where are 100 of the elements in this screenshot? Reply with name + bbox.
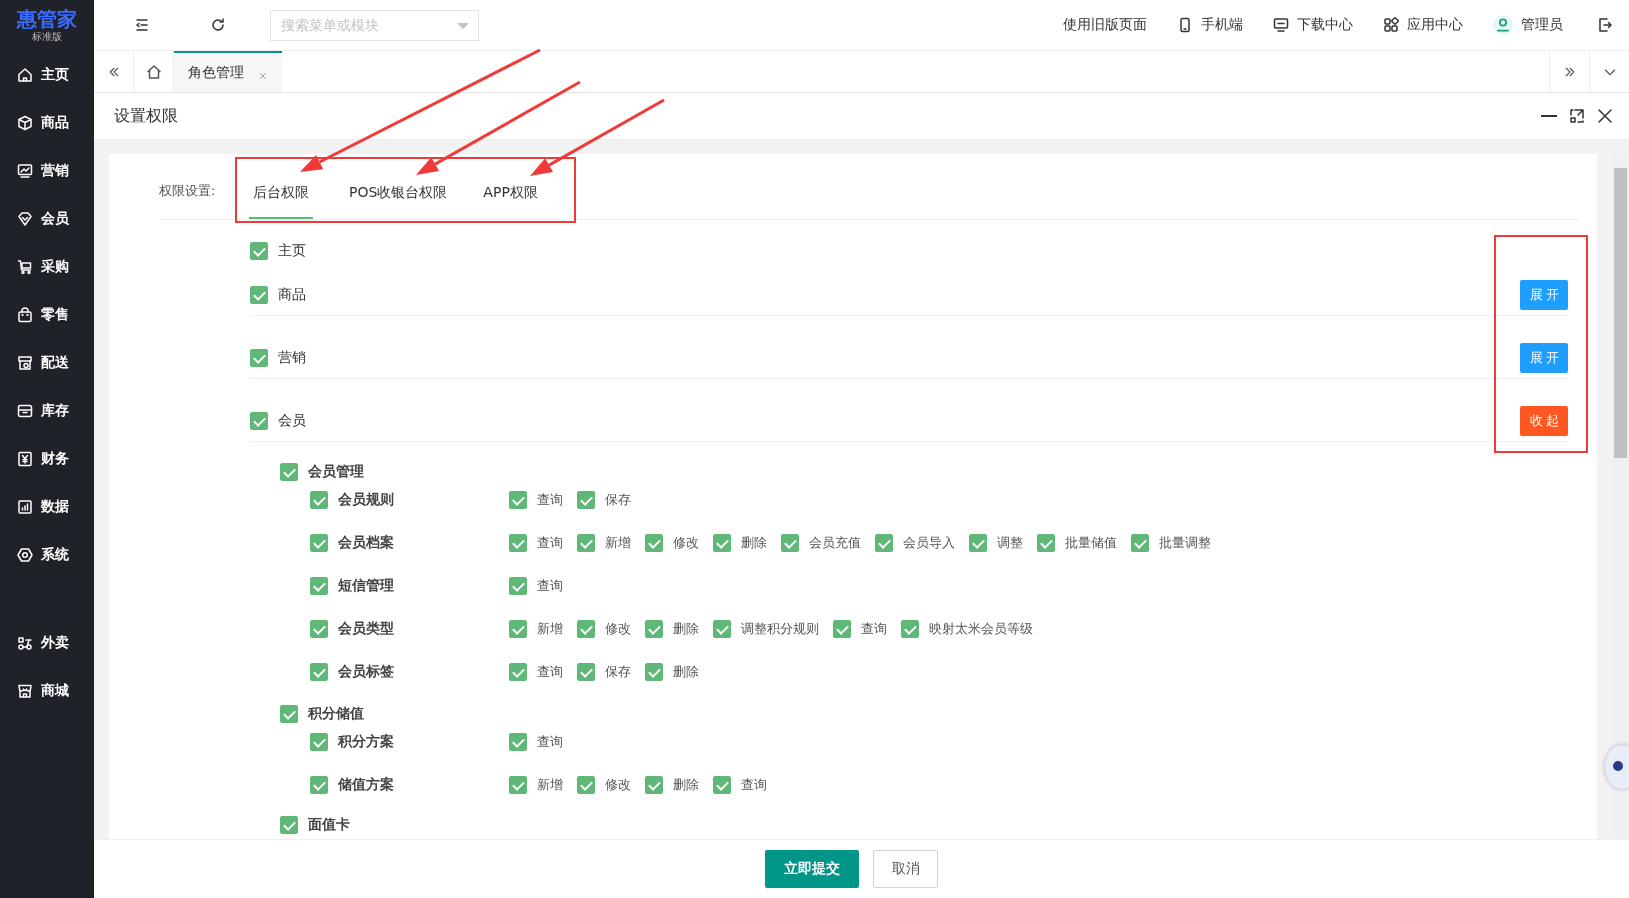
checkbox[interactable] — [577, 663, 595, 681]
top-link[interactable]: 使用旧版页面 — [1063, 16, 1147, 34]
permission-label: 查询 — [537, 577, 563, 595]
search-field[interactable]: 搜索菜单或模块 — [270, 9, 479, 41]
bar-chart-icon — [17, 499, 33, 515]
permission-label: 会员管理 — [308, 463, 364, 481]
cube-icon — [17, 115, 33, 131]
user-avatar-icon — [1493, 15, 1513, 35]
checkbox[interactable] — [250, 242, 268, 260]
sidebar-item[interactable]: 库存 — [0, 387, 94, 435]
sidebar-item[interactable]: 采购 — [0, 243, 94, 291]
permission-label: 查询 — [741, 776, 767, 794]
checkbox[interactable] — [280, 705, 298, 723]
permission-label: 新增 — [605, 534, 631, 552]
checkbox[interactable] — [713, 534, 731, 552]
checkbox[interactable] — [713, 620, 731, 638]
checkbox[interactable] — [280, 816, 298, 834]
permission-label: 会员充值 — [809, 534, 861, 552]
permission-label: 调整积分规则 — [741, 620, 819, 638]
sidebar-item[interactable]: 配送 — [0, 339, 94, 387]
checkbox[interactable] — [310, 534, 328, 552]
permission-label: 会员 — [278, 412, 306, 430]
sidebar-item[interactable]: 系统 — [0, 531, 94, 579]
permission-label: 删除 — [741, 534, 767, 552]
permission-label: 删除 — [673, 776, 699, 794]
permission-tab[interactable]: POS收银台权限 — [331, 166, 466, 219]
checkbox[interactable] — [310, 577, 328, 595]
permission-label: 会员规则 — [338, 491, 395, 509]
checkbox[interactable] — [645, 663, 663, 681]
checkbox[interactable] — [645, 776, 663, 794]
checkbox[interactable] — [509, 534, 527, 552]
shop-icon — [17, 683, 33, 699]
permission-label: 查询 — [537, 663, 563, 681]
sidebar-item[interactable]: 商品 — [0, 99, 94, 147]
submit-button[interactable]: 立即提交 — [765, 850, 859, 888]
top-link[interactable]: 手机端 — [1177, 16, 1243, 34]
checkbox[interactable] — [310, 663, 328, 681]
permission-label: 会员档案 — [338, 534, 395, 552]
checkbox[interactable] — [577, 491, 595, 509]
checkbox[interactable] — [509, 620, 527, 638]
checkbox[interactable] — [250, 286, 268, 304]
checkbox[interactable] — [833, 620, 851, 638]
permission-label: 查询 — [537, 534, 563, 552]
page-tab[interactable]: 角色管理 — [174, 51, 282, 92]
checkbox[interactable] — [280, 463, 298, 481]
checkbox[interactable] — [577, 776, 595, 794]
sidebar-item[interactable]: 营销 — [0, 147, 94, 195]
checkbox[interactable] — [509, 663, 527, 681]
checkbox[interactable] — [310, 620, 328, 638]
checkbox[interactable] — [781, 534, 799, 552]
permission-label: 查询 — [537, 491, 563, 509]
checkbox[interactable] — [969, 534, 987, 552]
home-icon — [17, 67, 33, 83]
sidebar-item[interactable]: 零售 — [0, 291, 94, 339]
checkbox[interactable] — [713, 776, 731, 794]
permission-label: 修改 — [673, 534, 699, 552]
dialog-title: 设置权限 — [114, 105, 178, 127]
permission-tab[interactable]: APP权限 — [465, 166, 556, 219]
double-chevron-left-icon — [107, 65, 120, 78]
checkbox[interactable] — [250, 412, 268, 430]
checkbox[interactable] — [250, 349, 268, 367]
checkbox[interactable] — [577, 620, 595, 638]
permission-label: 批量调整 — [1159, 534, 1211, 552]
checkbox[interactable] — [310, 491, 328, 509]
sidebar-item[interactable]: 数据 — [0, 483, 94, 531]
phone-icon — [1177, 17, 1193, 33]
checkbox[interactable] — [310, 776, 328, 794]
checkbox[interactable] — [1131, 534, 1149, 552]
permission-label: 删除 — [673, 663, 699, 681]
sidebar-item[interactable]: 外卖 — [0, 619, 94, 667]
checkbox[interactable] — [875, 534, 893, 552]
top-link[interactable]: 下载中心 — [1273, 16, 1353, 34]
refresh-icon — [210, 17, 226, 33]
checkbox[interactable] — [645, 620, 663, 638]
top-link[interactable]: 应用中心 — [1383, 16, 1463, 34]
minimize-icon — [1541, 115, 1557, 117]
checkbox[interactable] — [509, 491, 527, 509]
permission-label: 修改 — [605, 620, 631, 638]
scrollbar-thumb[interactable] — [1614, 168, 1627, 458]
checkbox[interactable] — [577, 534, 595, 552]
robot-assistant-icon[interactable] — [1605, 745, 1629, 789]
checkbox[interactable] — [901, 620, 919, 638]
checkbox[interactable] — [310, 733, 328, 751]
top-link[interactable]: 管理员 — [1493, 15, 1563, 35]
cancel-button[interactable]: 取消 — [873, 850, 938, 888]
permission-label: 调整 — [997, 534, 1023, 552]
close-icon — [1597, 108, 1613, 124]
permission-label: 积分方案 — [338, 733, 395, 751]
checkbox[interactable] — [509, 776, 527, 794]
sidebar-item[interactable]: 主页 — [0, 51, 94, 99]
sidebar-item[interactable]: 会员 — [0, 195, 94, 243]
permission-label: 映射太米会员等级 — [929, 620, 1033, 638]
sidebar-item[interactable]: 财务 — [0, 435, 94, 483]
sidebar-item[interactable]: 商城 — [0, 667, 94, 715]
checkbox[interactable] — [509, 577, 527, 595]
permission-label: 查询 — [537, 733, 563, 751]
permission-label: 会员类型 — [338, 620, 395, 638]
checkbox[interactable] — [1037, 534, 1055, 552]
checkbox[interactable] — [645, 534, 663, 552]
checkbox[interactable] — [509, 733, 527, 751]
